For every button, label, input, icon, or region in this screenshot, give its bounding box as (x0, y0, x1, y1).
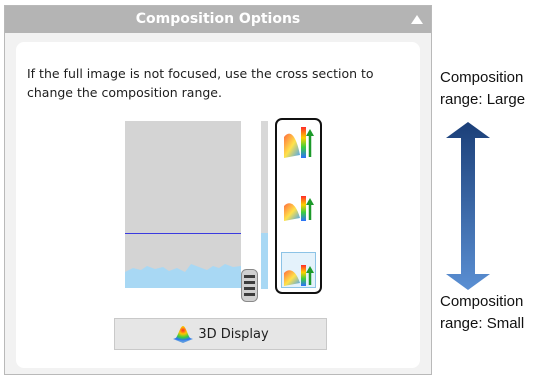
caption-range-large: Composition range: Large (440, 69, 526, 108)
cross-section-view[interactable] (125, 121, 241, 288)
range-slider-handle[interactable] (241, 269, 258, 302)
composition-range-small-icon (284, 265, 314, 286)
range-upper-line (125, 233, 241, 234)
range-slider-track[interactable] (261, 121, 268, 289)
cross-section-profile (125, 264, 241, 288)
range-medium-button[interactable] (281, 187, 316, 223)
caption-range-small: Composition range: Small (440, 293, 525, 332)
range-small-button[interactable] (281, 252, 316, 288)
range-large-button[interactable] (281, 124, 316, 160)
composition-range-buttons (275, 118, 322, 294)
range-slider-fill (261, 233, 268, 289)
3d-surface-icon (173, 326, 194, 343)
panel-header[interactable]: Composition Options (5, 6, 431, 33)
double-arrow-icon (446, 122, 490, 290)
3d-display-button[interactable]: 3D Display (114, 318, 327, 350)
composition-range-large-icon (284, 127, 314, 158)
panel-title: Composition Options (135, 11, 301, 27)
3d-display-label: 3D Display (198, 326, 269, 342)
composition-range-medium-icon (284, 196, 314, 221)
collapse-up-icon[interactable] (411, 15, 423, 24)
instructions-text: If the full image is not focused, use th… (27, 66, 374, 100)
